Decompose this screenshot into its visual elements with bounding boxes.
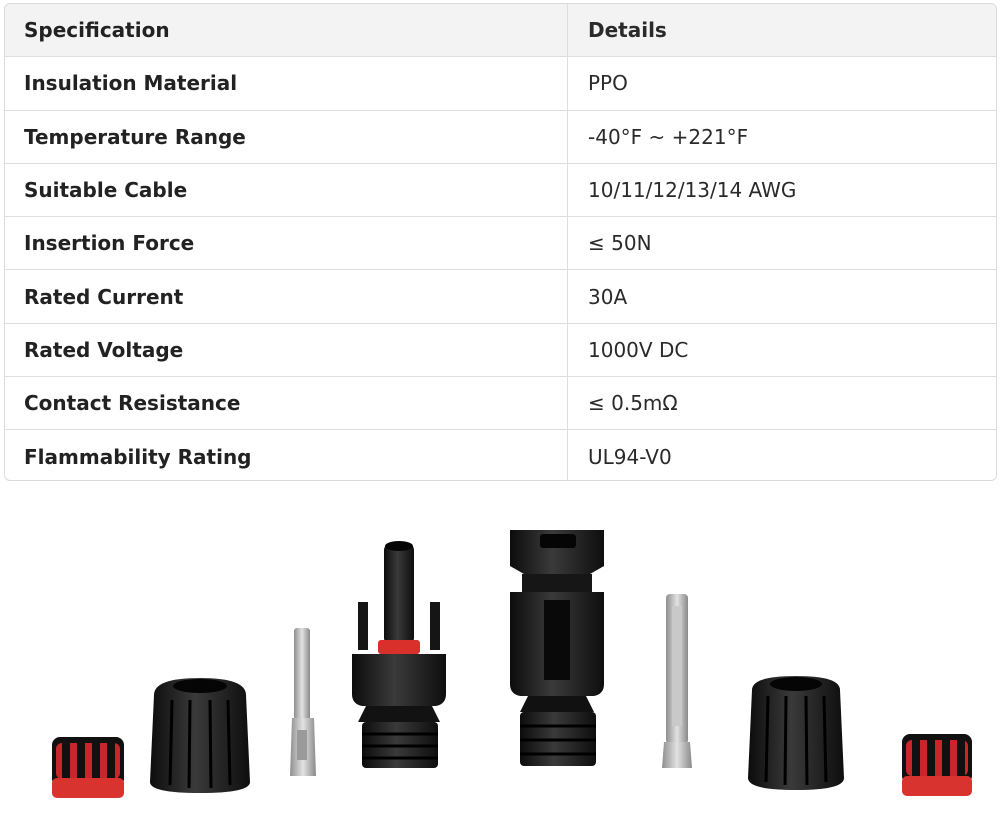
spec-name: Rated Voltage <box>5 323 568 377</box>
spec-name: Flammability Rating <box>5 430 568 480</box>
spec-name: Insertion Force <box>5 217 568 270</box>
header-details: Details <box>588 18 667 43</box>
spec-name: Rated Current <box>5 270 568 323</box>
table-row: Temperature Range -40°F ~ +221°F <box>5 110 996 164</box>
female-connector <box>510 530 604 766</box>
spec-value: PPO <box>588 71 628 96</box>
spec-name: Contact Resistance <box>5 377 568 430</box>
seal-ring-left <box>52 737 124 798</box>
table-row: Rated Current 30A <box>5 270 996 324</box>
metal-pin-male <box>290 628 316 776</box>
spec-value: -40°F ~ +221°F <box>588 124 749 149</box>
spec-value: 30A <box>588 284 628 309</box>
table-header-row: Specification Details <box>5 4 996 58</box>
header-specification: Specification <box>5 4 568 57</box>
spec-name: Suitable Cable <box>5 163 568 217</box>
spec-name: Insulation Material <box>5 57 568 110</box>
spec-table: Specification Details Insulation Materia… <box>4 3 997 481</box>
table-row: Contact Resistance ≤ 0.5mΩ <box>5 377 996 431</box>
male-connector <box>352 541 446 768</box>
metal-pin-female <box>662 594 692 768</box>
spec-value: ≤ 50N <box>588 231 652 256</box>
spec-name: Temperature Range <box>5 110 568 163</box>
table-row: Rated Voltage 1000V DC <box>5 323 996 378</box>
table-row: Flammability Rating UL94-V0 <box>5 430 996 480</box>
spec-value: 10/11/12/13/14 AWG <box>588 178 797 203</box>
spec-value: ≤ 0.5mΩ <box>588 391 678 416</box>
nut-right <box>748 676 844 790</box>
table-row: Insertion Force ≤ 50N <box>5 217 996 271</box>
nut-left <box>150 678 250 793</box>
table-row: Suitable Cable 10/11/12/13/14 AWG <box>5 163 996 218</box>
seal-ring-right <box>902 734 972 796</box>
connector-parts-photo <box>52 530 972 798</box>
spec-value: 1000V DC <box>588 337 689 362</box>
table-row: Insulation Material PPO <box>5 57 996 111</box>
spec-value: UL94-V0 <box>588 445 672 470</box>
